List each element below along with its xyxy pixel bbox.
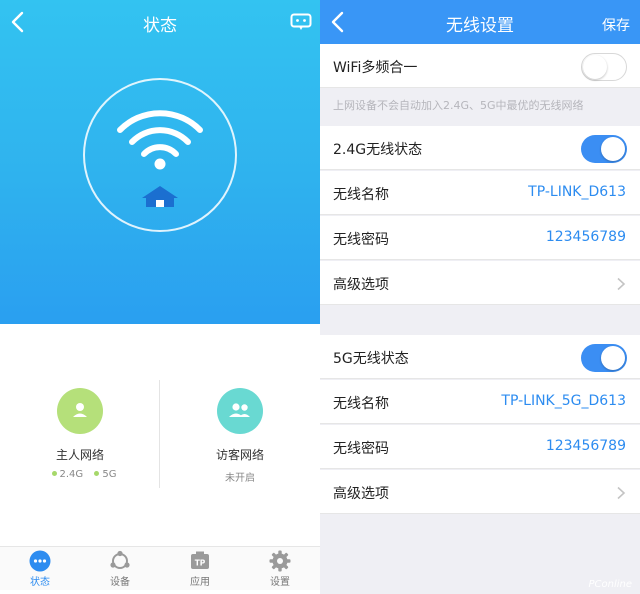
multi-band-hint: 上网设备不会自动加入2.4G、5G中最优的无线网络 <box>333 99 584 112</box>
band24-advanced-row[interactable]: 高级选项 <box>320 261 640 305</box>
band5-ssid-label: 无线名称 <box>333 396 389 412</box>
status-top-bar: 状态 <box>0 0 320 44</box>
band5-toggle[interactable] <box>581 344 627 372</box>
band-dot-icon <box>51 470 57 476</box>
chevron-right-icon <box>617 277 626 291</box>
tab-devices[interactable]: 设备 <box>80 547 160 591</box>
band5-advanced-label: 高级选项 <box>333 486 389 502</box>
band5-status-label: 5G无线状态 <box>333 351 409 367</box>
guest-network-avatar <box>217 388 263 434</box>
multi-band-row: WiFi多频合一 <box>320 44 640 88</box>
wireless-top-bar: 无线设置 保存 <box>320 0 640 44</box>
wifi-home-icon <box>117 110 203 207</box>
band24-password-value: 123456789 <box>545 229 626 245</box>
people-icon <box>229 403 250 417</box>
network-panel: 主人网络 2.4G 5G 访客网络 未开启 <box>0 380 320 490</box>
band5-ssid-row[interactable]: 无线名称 TP-LINK_5G_D613 <box>320 380 640 424</box>
band5-password-label: 无线密码 <box>333 441 389 457</box>
host-network-name: 主人网络 <box>55 448 104 462</box>
host-network-avatar <box>57 388 103 434</box>
band24-password-row[interactable]: 无线密码 123456789 <box>320 216 640 260</box>
guest-network-status: 未开启 <box>225 473 255 484</box>
tab-devices-label: 设备 <box>110 577 130 588</box>
tab-apps[interactable]: TP 应用 <box>160 547 240 591</box>
band24-ssid-value: TP-LINK_D613 <box>528 184 626 200</box>
message-icon[interactable] <box>290 13 312 31</box>
tab-status[interactable]: 状态 <box>0 547 80 591</box>
band24-status-label: 2.4G无线状态 <box>333 142 423 158</box>
band5-ssid-value: TP-LINK_5G_D613 <box>501 393 626 409</box>
toggle-knob <box>601 346 625 370</box>
tab-settings-label: 设置 <box>270 577 290 588</box>
bottom-tab-bar: 状态 设备 TP 应用 设置 <box>0 546 320 590</box>
multi-band-toggle[interactable] <box>581 53 627 81</box>
save-button[interactable]: 保存 <box>602 15 630 35</box>
devices-icon <box>109 550 131 572</box>
band24-password-label: 无线密码 <box>333 232 389 248</box>
band-dot-icon <box>94 470 100 476</box>
host-network-bands: 2.4G 5G <box>0 469 160 480</box>
watermark: PConline <box>588 579 632 590</box>
band5-password-row[interactable]: 无线密码 123456789 <box>320 425 640 469</box>
apps-tp-icon: TP <box>189 550 211 572</box>
multi-band-label: WiFi多频合一 <box>333 60 418 76</box>
wireless-settings-screen: 无线设置 保存 WiFi多频合一 上网设备不会自动加入2.4G、5G中最优的无线… <box>320 0 640 594</box>
svg-text:TP: TP <box>195 559 206 568</box>
host-network[interactable]: 主人网络 2.4G 5G <box>0 388 160 480</box>
band-5g: 5G <box>102 469 117 480</box>
band24-advanced-label: 高级选项 <box>333 277 389 293</box>
band24-toggle[interactable] <box>581 135 627 163</box>
band24-status-row: 2.4G无线状态 <box>320 126 640 170</box>
tab-apps-label: 应用 <box>190 577 210 588</box>
status-hero: 状态 <box>0 0 320 324</box>
band5-status-row: 5G无线状态 <box>320 335 640 379</box>
toggle-knob <box>583 55 607 79</box>
band5-password-value: 123456789 <box>545 438 626 454</box>
more-dots-icon <box>29 550 51 572</box>
chevron-right-icon <box>617 486 626 500</box>
status-screen: 状态 主人网络 2.4G 5G 访客网络 未开启 状态 设备 TP 应用 设置 <box>0 0 320 594</box>
toggle-knob <box>601 137 625 161</box>
page-title: 状态 <box>143 16 177 36</box>
guest-network-name: 访客网络 <box>215 448 264 462</box>
page-title: 无线设置 <box>446 16 514 36</box>
gear-icon <box>269 550 291 572</box>
person-icon <box>73 403 87 417</box>
band5-advanced-row[interactable]: 高级选项 <box>320 470 640 514</box>
tab-status-label: 状态 <box>30 577 50 588</box>
band24-ssid-label: 无线名称 <box>333 187 389 203</box>
band-24g: 2.4G <box>59 469 84 480</box>
band24-ssid-row[interactable]: 无线名称 TP-LINK_D613 <box>320 171 640 215</box>
guest-network[interactable]: 访客网络 未开启 <box>160 388 320 484</box>
tab-settings[interactable]: 设置 <box>240 547 320 591</box>
